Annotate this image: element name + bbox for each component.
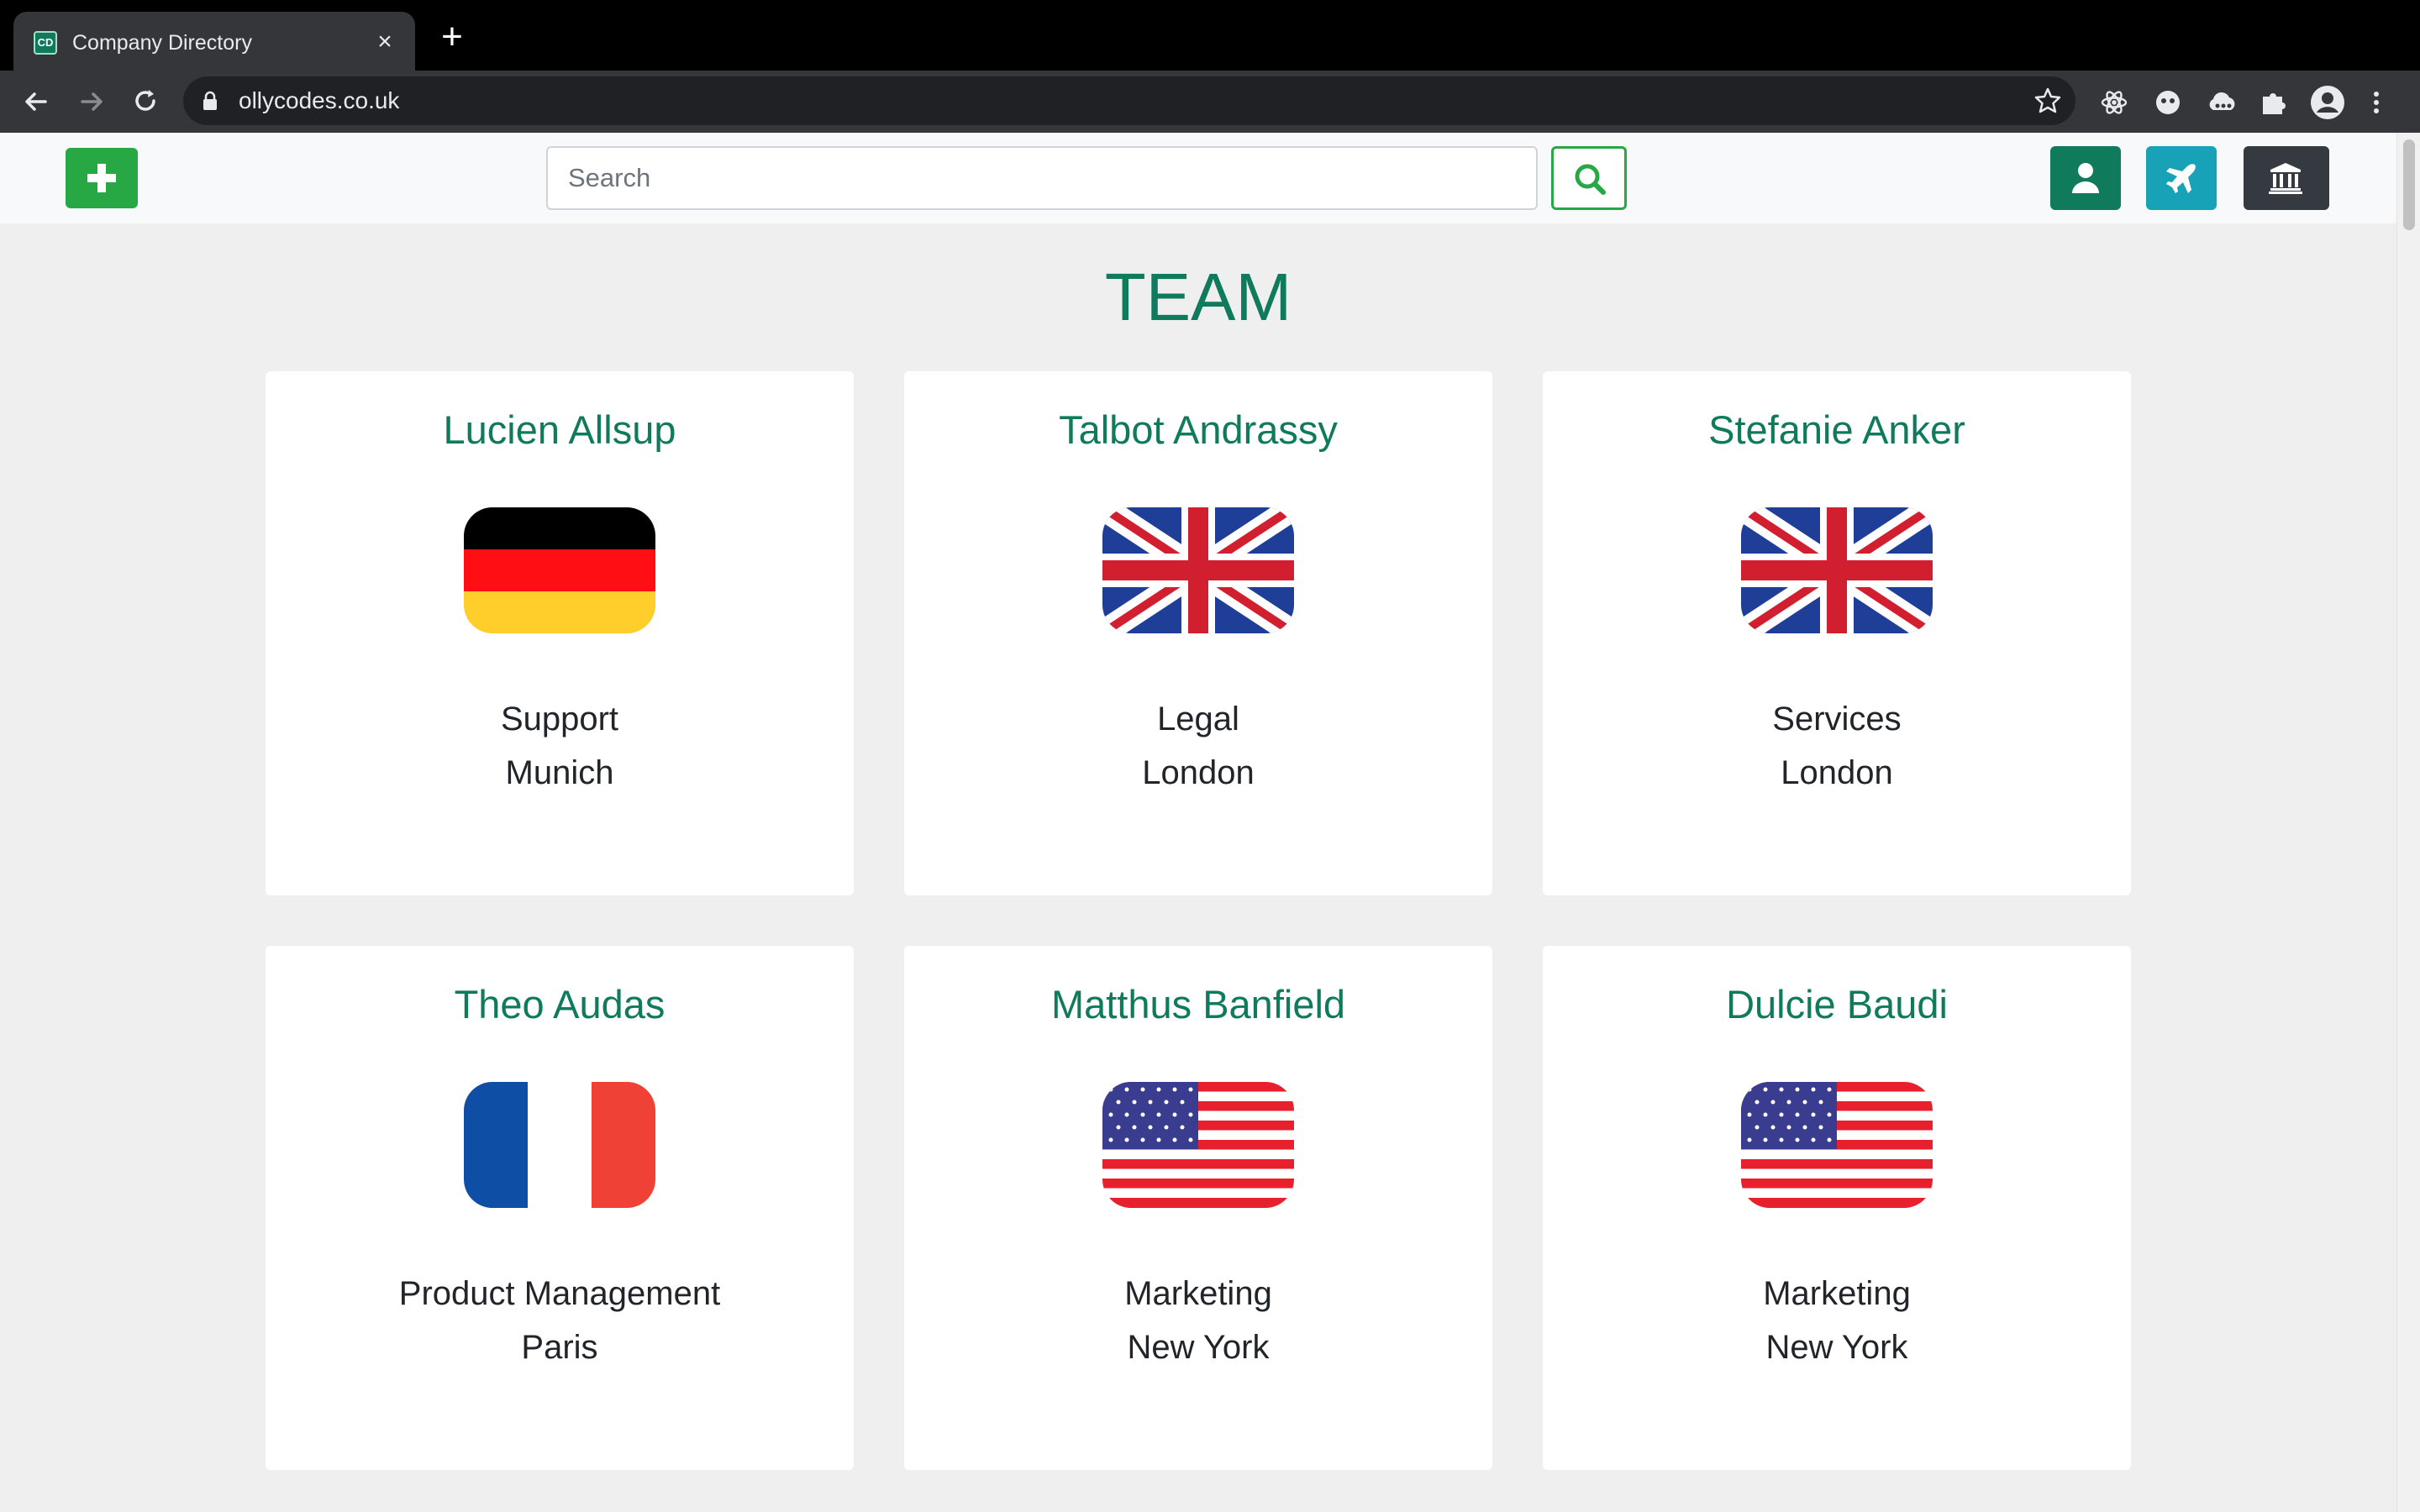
employee-department: Support bbox=[500, 701, 619, 738]
plus-icon bbox=[87, 164, 116, 192]
app-header bbox=[0, 133, 2396, 223]
usa-flag-icon bbox=[1102, 1082, 1294, 1208]
scrollbar-thumb[interactable] bbox=[2403, 139, 2415, 230]
bookmark-star-icon[interactable] bbox=[2032, 85, 2064, 117]
close-tab-icon[interactable]: × bbox=[370, 27, 400, 57]
forward-icon[interactable] bbox=[72, 82, 111, 121]
employee-location: Munich bbox=[505, 754, 614, 791]
employee-name: Talbot Andrassy bbox=[1059, 407, 1338, 452]
employee-card[interactable]: Lucien Allsup Support Munich bbox=[266, 371, 854, 895]
add-employee-button[interactable] bbox=[66, 148, 138, 208]
employee-location: London bbox=[1781, 754, 1893, 791]
page-title: TEAM bbox=[1104, 260, 1292, 334]
employee-location: New York bbox=[1765, 1329, 1908, 1366]
employee-location: New York bbox=[1127, 1329, 1270, 1366]
personnel-button[interactable] bbox=[2050, 146, 2121, 210]
back-icon[interactable] bbox=[17, 82, 55, 121]
extension-cloud-icon[interactable] bbox=[2203, 84, 2240, 121]
employee-department: Marketing bbox=[1763, 1275, 1911, 1312]
employee-name: Lucien Allsup bbox=[443, 407, 676, 452]
employee-card[interactable]: Talbot Andrassy Legal London bbox=[904, 371, 1492, 895]
page-scrollbar[interactable] bbox=[2396, 133, 2420, 1512]
employee-name: Matthus Banfield bbox=[1050, 982, 1346, 1026]
lock-icon bbox=[203, 91, 217, 110]
bank-icon bbox=[2269, 163, 2302, 194]
germany-flag-icon bbox=[464, 507, 655, 633]
employee-department: Product Management bbox=[398, 1275, 721, 1312]
react-devtools-icon[interactable] bbox=[2096, 84, 2133, 121]
plane-icon bbox=[2166, 164, 2196, 193]
browser-menu-icon[interactable] bbox=[2366, 84, 2386, 121]
employee-card[interactable]: Dulcie Baudi Marketing New York bbox=[1543, 946, 2131, 1470]
employee-location: London bbox=[1142, 754, 1255, 791]
uk-flag-icon bbox=[1102, 507, 1294, 633]
address-bar[interactable]: ollycodes.co.uk bbox=[183, 76, 2075, 125]
new-tab-icon[interactable]: + bbox=[435, 18, 469, 55]
usa-flag-icon bbox=[1741, 1082, 1933, 1208]
employee-department: Legal bbox=[1157, 701, 1239, 738]
employee-name: Dulcie Baudi bbox=[1726, 982, 1948, 1026]
employee-card[interactable]: Stefanie Anker Services London bbox=[1543, 371, 2131, 895]
search-button[interactable] bbox=[1551, 146, 1627, 210]
employee-department: Marketing bbox=[1124, 1275, 1272, 1312]
tab-title: Company Directory bbox=[72, 31, 252, 55]
url-text: ollycodes.co.uk bbox=[239, 87, 400, 113]
browser-tab[interactable]: CD Company Directory × bbox=[13, 12, 415, 71]
reload-icon[interactable] bbox=[126, 82, 165, 121]
search-icon bbox=[1575, 164, 1606, 195]
extensions-puzzle-icon[interactable] bbox=[2255, 84, 2292, 121]
browser-toolbar: ollycodes.co.uk bbox=[0, 71, 2420, 133]
employee-card[interactable]: Matthus Banfield Marketing New York bbox=[904, 946, 1492, 1470]
employee-name: Stefanie Anker bbox=[1708, 407, 1965, 452]
extension-circle-icon[interactable] bbox=[2149, 84, 2186, 121]
uk-flag-icon bbox=[1741, 507, 1933, 633]
france-flag-icon bbox=[464, 1082, 655, 1208]
employee-location: Paris bbox=[521, 1329, 598, 1366]
browser-tab-bar: CD Company Directory × + bbox=[0, 0, 2420, 71]
employee-card[interactable]: Theo Audas Product Management Paris bbox=[266, 946, 854, 1470]
search-input[interactable] bbox=[546, 146, 1538, 210]
employee-department: Services bbox=[1772, 701, 1902, 738]
departments-button[interactable] bbox=[2244, 146, 2329, 210]
employee-name: Theo Audas bbox=[454, 982, 666, 1026]
user-icon bbox=[2072, 163, 2099, 193]
profile-avatar-icon[interactable] bbox=[2309, 84, 2346, 121]
locations-button[interactable] bbox=[2146, 146, 2217, 210]
favicon-icon: CD bbox=[34, 31, 57, 55]
